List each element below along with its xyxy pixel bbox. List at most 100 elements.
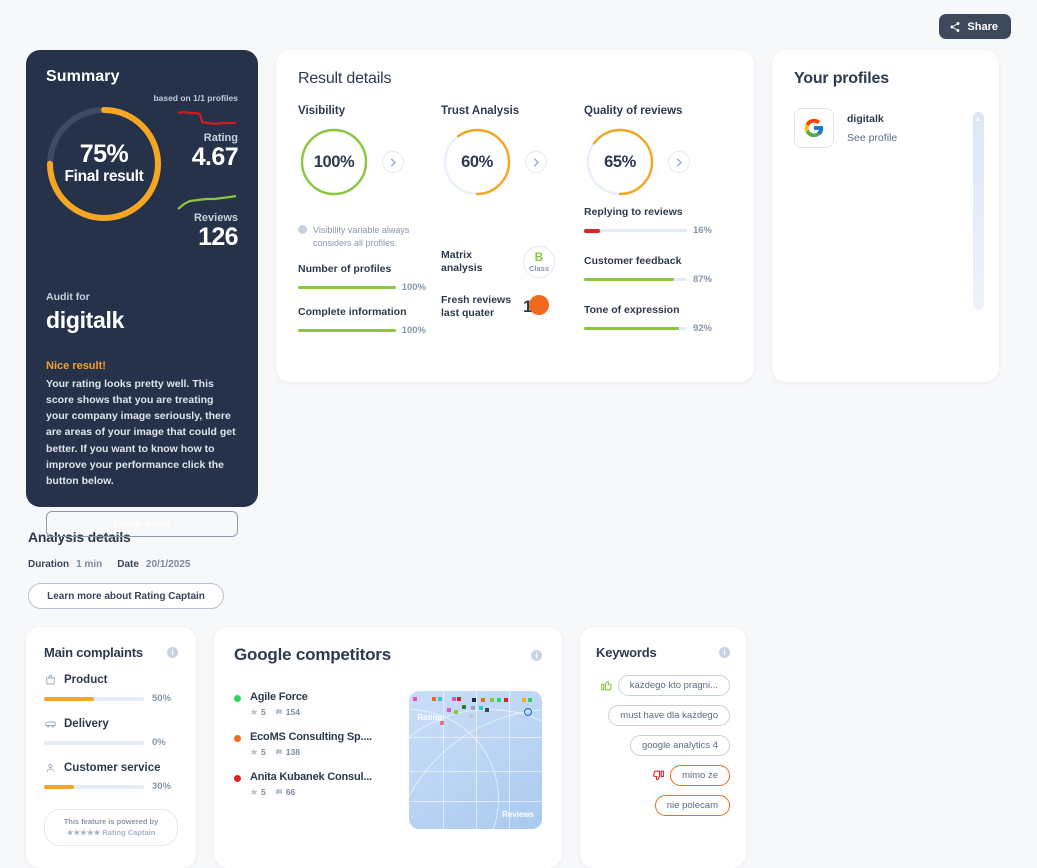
competitors-scatter-chart: Rating Reviews (409, 691, 542, 829)
comment-icon (275, 789, 282, 795)
star-icon (250, 788, 258, 795)
scatter-point (452, 696, 457, 701)
reviews-value: 126 (198, 223, 239, 252)
bar-tone-of-expression: Tone of expression 92% (584, 304, 712, 334)
competitor-list: Agile Force 5 154 EcoMS Consulting Sp...… (234, 691, 397, 829)
visibility-donut: 100% (298, 126, 370, 198)
keyword-chip[interactable]: google analytics 4 (629, 735, 730, 756)
bar-pct: 16% (692, 225, 712, 236)
keyword-list: każdego kto pragni... must have dla każd… (596, 675, 730, 816)
rating-value: 4.67 (191, 143, 239, 171)
keywords-title: Keywords (596, 645, 657, 660)
chevron-right-icon (533, 157, 539, 167)
keywords-card: Keywords i każdego kto pragni... must ha… (580, 627, 746, 868)
profile-name: digitalk (847, 112, 884, 125)
keyword-chip[interactable]: mimo że (670, 765, 730, 786)
right-column: Your profiles digitalk See profile (772, 50, 999, 609)
scatter-point (470, 706, 475, 711)
bar-complete-information: Complete information 100% (298, 306, 426, 336)
complaint-product: Product 50% (44, 674, 178, 704)
rating-metric: Rating 4.67 (174, 108, 239, 171)
middle-column: Result details Visibility 100% Trust Ana… (276, 50, 754, 609)
visibility-note-text: Visibility variable always considers all… (313, 225, 410, 249)
learn-more-rating-captain-button[interactable]: Learn more about Rating Captain (28, 583, 224, 609)
comment-icon (275, 709, 282, 715)
scatter-point (462, 704, 467, 709)
bar-fill (298, 286, 396, 289)
complaint-label: Customer service (64, 762, 161, 774)
bar-label: Tone of expression (584, 304, 680, 316)
donut-trust: Trust Analysis 60% (441, 105, 584, 198)
google-competitors-title: Google competitors (234, 645, 391, 664)
learn-more-button[interactable]: Learn more (46, 511, 238, 538)
keyword-chip[interactable]: nie polecam (654, 795, 730, 816)
scatter-point (439, 721, 444, 726)
competitor-reviews: 138 (275, 747, 300, 757)
share-button[interactable]: Share (939, 14, 1011, 39)
matrix-class-badge: B Class (523, 246, 555, 278)
info-icon[interactable]: i (719, 647, 730, 658)
reviews-value: 138 (285, 747, 300, 757)
scatter-y-axis-label: Rating (417, 713, 443, 722)
see-profile-link[interactable]: See profile (847, 132, 897, 144)
reviews-value: 66 (285, 787, 296, 797)
list-item[interactable]: EcoMS Consulting Sp.... 5 138 (234, 731, 397, 757)
chevron-right-icon (676, 157, 682, 167)
truck-icon (45, 721, 56, 728)
visibility-details: Visibility variable always considers all… (298, 198, 441, 336)
scatter-x-axis-label: Reviews (501, 810, 534, 819)
bar-fill (584, 327, 679, 330)
visibility-details-chevron[interactable] (382, 151, 404, 173)
scatter-point (457, 696, 462, 701)
left-column: Summary based on 1/1 profiles 75% Final … (26, 50, 258, 609)
complaint-fill (44, 696, 94, 701)
competitor-reviews: 66 (275, 787, 295, 797)
profiles-scrollbar[interactable] (973, 112, 984, 310)
donut-quality: Quality of reviews 65% (584, 105, 724, 198)
donut-label: Quality of reviews (584, 105, 683, 117)
profile-list-item[interactable]: digitalk See profile (794, 108, 979, 148)
quality-details-chevron[interactable] (668, 151, 690, 173)
rating-value: 5 (261, 787, 266, 797)
scatter-point (468, 714, 473, 719)
powered-by-line2: Rating Captain (102, 828, 156, 838)
bar-track (584, 278, 687, 281)
info-icon[interactable]: i (531, 649, 542, 661)
keyword-chip[interactable]: każdego kto pragni... (617, 675, 730, 696)
bar-replying-to-reviews: Replying to reviews 16% (584, 206, 712, 236)
complaint-track (44, 784, 144, 789)
scatter-point (454, 710, 459, 715)
reviews-value: 154 (285, 707, 300, 717)
final-result-donut: 75% Final result (40, 100, 168, 228)
date-value: 20/1/2025 (145, 559, 191, 570)
matrix-class-word: Class (528, 264, 549, 273)
date-label: Date (117, 559, 139, 570)
list-item[interactable]: Anita Kubanek Consul... 5 66 (234, 771, 397, 797)
result-details-card: Result details Visibility 100% Trust Ana… (276, 50, 754, 382)
trust-details-chevron[interactable] (525, 151, 547, 173)
bar-track (298, 329, 396, 332)
list-item[interactable]: Agile Force 5 154 (234, 691, 397, 717)
competitor-reviews: 154 (275, 707, 300, 717)
info-icon[interactable]: i (167, 647, 178, 658)
complaint-label: Delivery (64, 718, 109, 730)
bar-customer-feedback: Customer feedback 87% (584, 255, 712, 285)
fresh-reviews-row: Fresh reviews last quater 1 (441, 294, 584, 320)
quality-pct: 65% (604, 152, 636, 171)
complaint-pct: 30% (152, 781, 172, 792)
complaint-customer-service: Customer service 30% (44, 762, 178, 792)
matrix-analysis-row: Matrix analysis B Class (441, 246, 584, 278)
complaint-fill (44, 784, 74, 789)
scatter-point (413, 696, 418, 701)
comment-icon (275, 749, 282, 755)
share-icon (950, 21, 960, 32)
summary-title: Summary (46, 68, 120, 85)
main-complaints-title: Main complaints (44, 645, 143, 660)
donut-visibility: Visibility 100% (298, 105, 441, 198)
donut-label: Visibility (298, 105, 346, 117)
rating-value: 5 (261, 707, 266, 717)
scatter-point (497, 697, 502, 702)
complaint-label: Product (64, 674, 108, 686)
competitor-name: Anita Kubanek Consul... (250, 771, 372, 783)
keyword-chip[interactable]: must have dla każdego (608, 705, 730, 726)
